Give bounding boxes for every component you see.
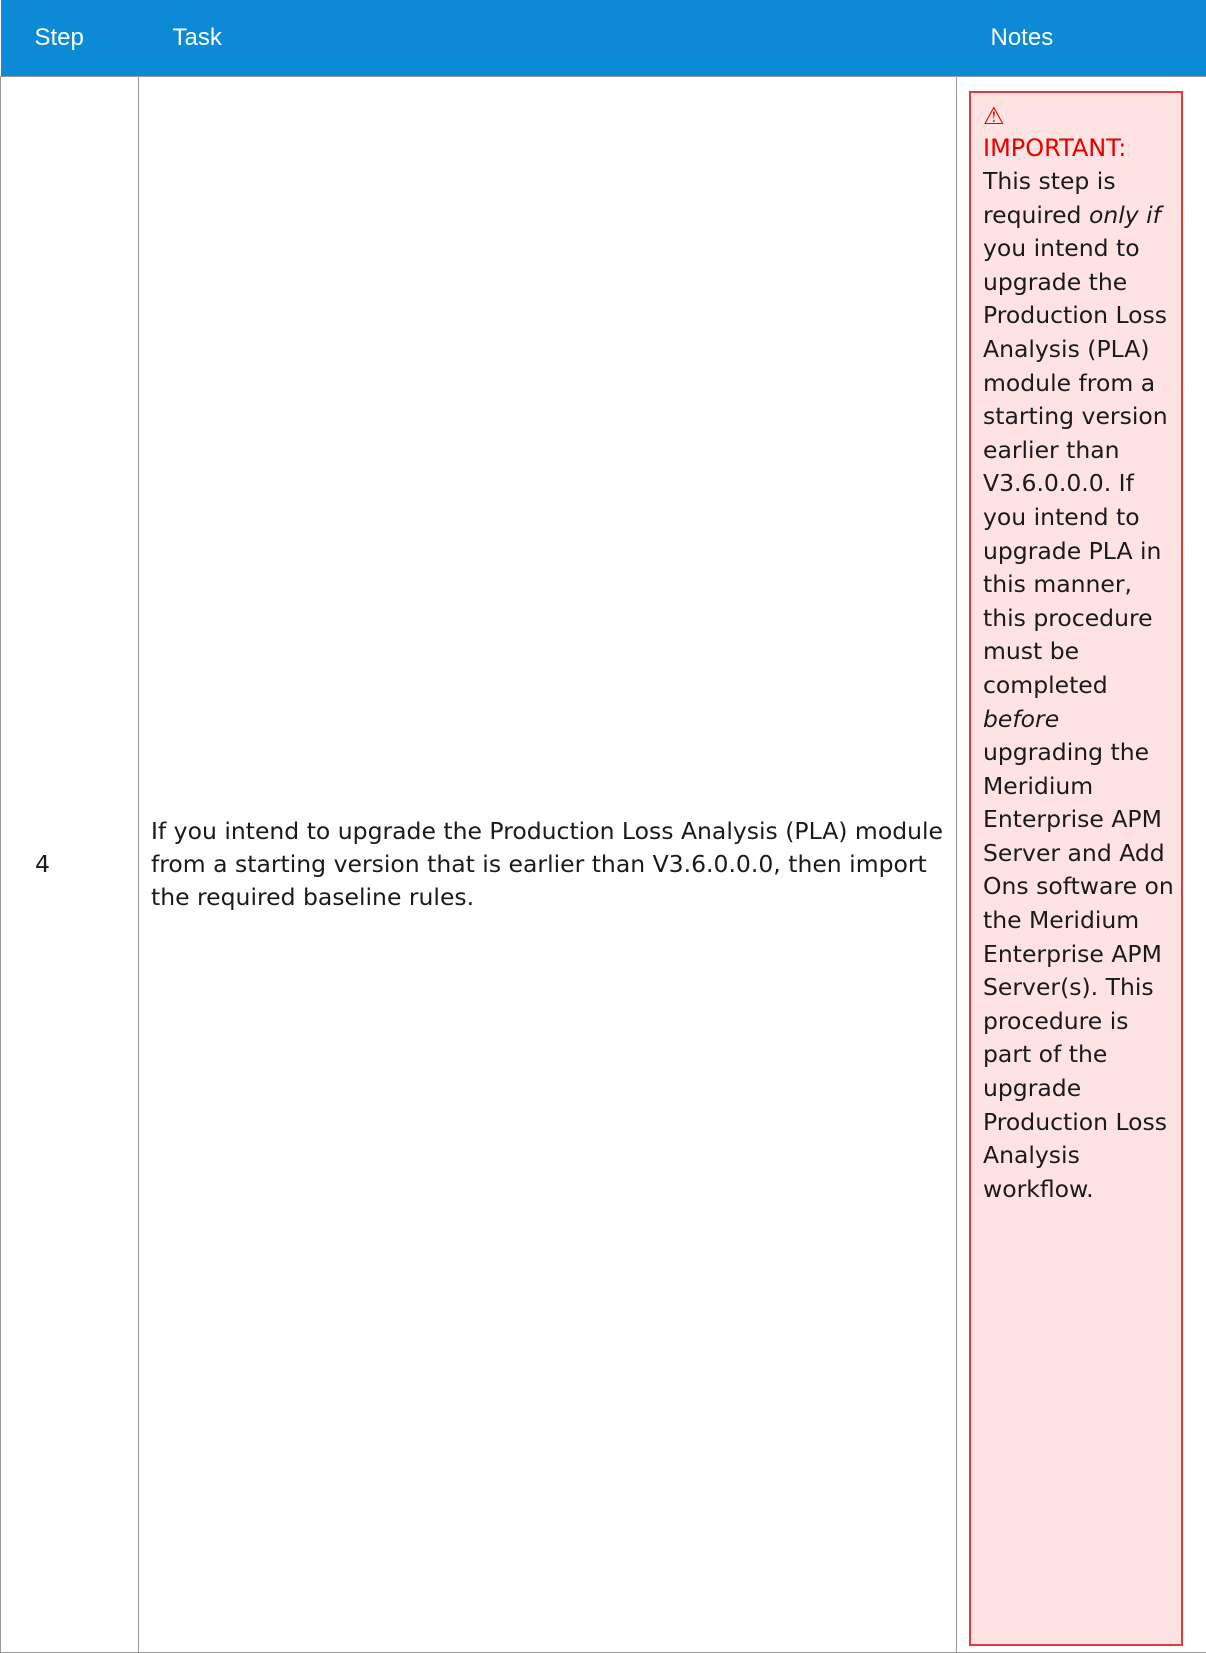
warning-triangle-icon: ⚠ <box>983 101 1177 131</box>
note-text-3: upgrading the Meridium Enterprise APM Se… <box>983 738 1174 1203</box>
header-step: Step <box>1 0 139 77</box>
notes-cell: ⚠ IMPORTANT: This step is required only … <box>957 77 1206 1653</box>
header-task: Task <box>139 0 957 77</box>
important-note: ⚠ IMPORTANT: This step is required only … <box>969 91 1183 1646</box>
note-emphasis-before: before <box>983 705 1059 733</box>
note-emphasis-only-if: only if <box>1089 201 1161 229</box>
important-label: IMPORTANT: <box>983 131 1177 165</box>
step-number: 4 <box>1 77 139 1653</box>
note-text-2: you intend to upgrade the Production Los… <box>983 234 1168 699</box>
steps-table: Step Task Notes 4 If you intend to upgra… <box>0 0 1206 1653</box>
table-row: 4 If you intend to upgrade the Productio… <box>1 77 1206 1653</box>
table-header-row: Step Task Notes <box>1 0 1206 77</box>
task-description: If you intend to upgrade the Production … <box>139 77 957 1653</box>
header-notes: Notes <box>957 0 1206 77</box>
important-text: This step is required only if you intend… <box>983 167 1174 1203</box>
